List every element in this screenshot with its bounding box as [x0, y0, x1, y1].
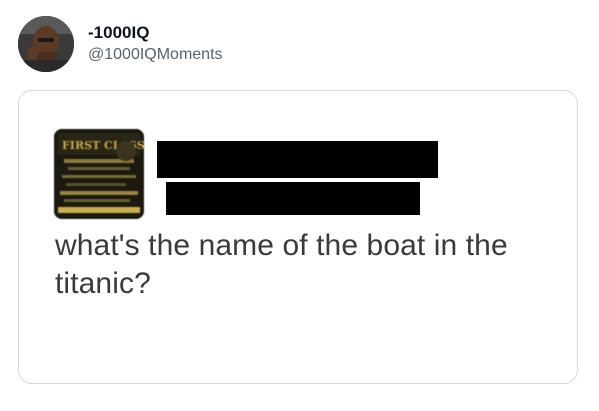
avatar[interactable]	[18, 16, 74, 72]
embedded-screenshot-card[interactable]: FIRST CLASS what's the name of the boat …	[18, 90, 578, 384]
avatar-image	[18, 16, 74, 72]
user-handle[interactable]: @1000IQMoments	[88, 45, 223, 65]
author-meta: -1000IQ @1000IQMoments	[88, 23, 223, 65]
post-text: what's the name of the boat in the titan…	[55, 229, 508, 300]
display-name[interactable]: -1000IQ	[88, 23, 223, 43]
first-class-flyer-icon: FIRST CLASS	[54, 129, 144, 219]
redaction-bar	[166, 182, 420, 215]
post-thumbnail: FIRST CLASS	[54, 129, 144, 219]
tweet-header: -1000IQ @1000IQMoments	[18, 14, 223, 74]
redaction-bar	[157, 141, 438, 178]
